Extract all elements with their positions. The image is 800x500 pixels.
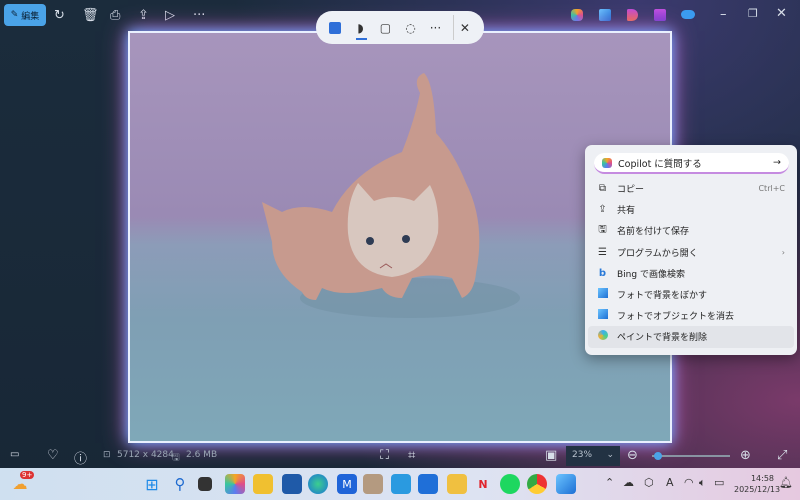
rectangle-select-icon[interactable]: ▢ [374,15,397,40]
zoom-slider[interactable] [652,452,730,460]
rotate-icon[interactable]: ↻ [54,8,65,23]
copilot-app-icon[interactable] [571,9,583,21]
video-editor-icon[interactable] [654,9,666,21]
close-selection-icon[interactable]: ✕ [452,15,476,40]
clipchamp-icon[interactable] [627,9,638,21]
menu-item-erase-object[interactable]: フォトでオブジェクトを消去 [588,305,794,326]
more-icon[interactable]: ··· [193,8,205,23]
chevron-down-icon: ⌄ [606,450,614,460]
notification-badge: 9+ [20,471,35,479]
photos-app-icon[interactable] [599,9,611,21]
clock-date[interactable]: 2025/12/13 [734,485,780,494]
favorite-heart-icon[interactable]: ♡ [47,448,59,463]
zoom-slider-thumb[interactable] [654,452,662,460]
more-options-icon[interactable]: ··· [424,15,447,40]
show-hidden-icons[interactable]: ⌃ [605,476,614,489]
chrome-icon[interactable] [527,474,547,494]
menu-item-bing-search[interactable]: b Bing で画像検索 [588,263,794,284]
volume-icon[interactable]: 🔈︎ [699,476,706,490]
delete-icon[interactable]: 🗑︎ [82,8,99,23]
notification-bell-icon[interactable]: 🔔︎ [779,476,793,489]
taskbar: ☁ 9+ ⊞ ⚲ M N ⌃ ☁ ⬡ A ◠ 🔈︎ ▭ 14:58 2025/1… [0,468,800,500]
outlook-icon[interactable] [418,474,438,494]
bing-icon: b [598,267,607,279]
chevron-right-icon: › [781,247,785,257]
clock-time[interactable]: 14:58 [738,474,774,483]
battery-icon[interactable]: ▭ [714,476,724,489]
menu-item-copy[interactable]: ⧉ コピー Ctrl+C [588,178,794,199]
menu-item-blur-background[interactable]: フォトで背景をぼかす [588,284,794,305]
task-view-icon[interactable] [198,477,212,491]
copilot-ask-input[interactable]: Copilot に質問する → [594,153,789,174]
open-with-icon: ☰ [598,246,607,258]
context-menu: Copilot に質問する → ⧉ コピー Ctrl+C ⇪ 共有 🖫 名前を付けて保存… [585,145,797,355]
actual-size-icon[interactable]: ▣ [545,448,557,463]
copilot-icon [602,157,612,168]
share-icon: ⇪ [598,204,607,216]
info-icon[interactable]: ⓘ [74,448,87,467]
edge-icon[interactable] [308,474,328,494]
file-size: 2.6 MB [186,450,218,460]
menu-item-open-with[interactable]: ☰ プログラムから開く › [588,242,794,263]
edit-button[interactable]: ✎ 編集 [4,4,46,26]
edit-icon: ✎ [10,10,19,20]
minimize-button[interactable]: – [720,7,727,22]
zoom-in-icon[interactable]: ⊕ [740,448,751,463]
photos-icon [597,309,608,322]
file-explorer-icon[interactable] [253,474,273,494]
copy-icon: ⧉ [598,183,607,195]
save-as-icon: 🖫 [598,224,607,236]
copilot-taskbar-icon[interactable] [225,474,245,494]
cloud-tray-icon[interactable]: ☁ [623,476,634,489]
file-size-icon: 🖫 [172,453,180,463]
app-icon-m[interactable]: M [337,474,357,494]
image-dimensions: 5712 x 4284 [117,450,174,460]
lasso-select-icon[interactable]: ◌ [399,15,422,40]
app-tray-icon[interactable]: ⬡ [644,476,654,489]
status-bar: ▭ ♡ ⓘ ⊡ 5712 x 4284 🖫 2.6 MB ⛶ ⌗ ▣ 23% ⌄ … [0,445,800,467]
app-icon-tools[interactable] [363,474,383,494]
menu-item-paint-remove-background[interactable]: ペイントで背景を削除 [588,326,794,348]
search-icon[interactable]: ⚲ [170,474,190,494]
ai-select-icon[interactable] [324,15,347,40]
selection-toolbar: ◗ ▢ ◌ ··· ✕ [316,11,484,44]
fullscreen-icon[interactable]: ⤢ [777,448,787,463]
photos-taskbar-icon[interactable] [556,474,576,494]
fit-icon[interactable]: ⛶ [380,448,389,463]
print-icon[interactable]: ⎙ [110,8,120,23]
restore-button[interactable]: ❐ [748,7,758,20]
freeform-select-icon[interactable]: ◗ [349,15,372,40]
menu-item-save-as[interactable]: 🖫 名前を付けて保存 [588,220,794,241]
ime-icon[interactable]: A [666,476,674,489]
zoom-out-icon[interactable]: ⊖ [627,448,638,463]
menu-item-share[interactable]: ⇪ 共有 [588,199,794,220]
store-icon[interactable] [282,474,302,494]
share-icon[interactable]: ⇪ [138,8,149,23]
close-window-button[interactable]: ✕ [776,6,787,21]
zoom-dropdown[interactable]: 23% ⌄ [566,446,620,466]
app-icon-blue[interactable] [391,474,411,494]
keep-icon[interactable] [447,474,467,494]
slideshow-icon[interactable]: ▷ [165,8,175,23]
text-recognition-icon[interactable]: ⌗ [408,448,415,463]
netflix-icon[interactable]: N [473,474,493,494]
photos-app: ✎ 編集 ↻ 🗑︎ ⎙ ⇪ ▷ ··· – ❐ ✕ ◗ ▢ ◌ ··· ✕ Cop… [0,0,800,500]
photos-icon [597,288,608,301]
onedrive-icon[interactable] [681,10,695,19]
start-icon[interactable]: ⊞ [142,474,162,494]
send-arrow-icon[interactable]: → [773,157,781,168]
filmstrip-icon[interactable]: ▭ [10,449,19,460]
dimensions-icon: ⊡ [103,450,111,460]
wifi-icon[interactable]: ◠ [684,476,694,489]
paint-icon [597,330,608,343]
spotify-icon[interactable] [500,474,520,494]
